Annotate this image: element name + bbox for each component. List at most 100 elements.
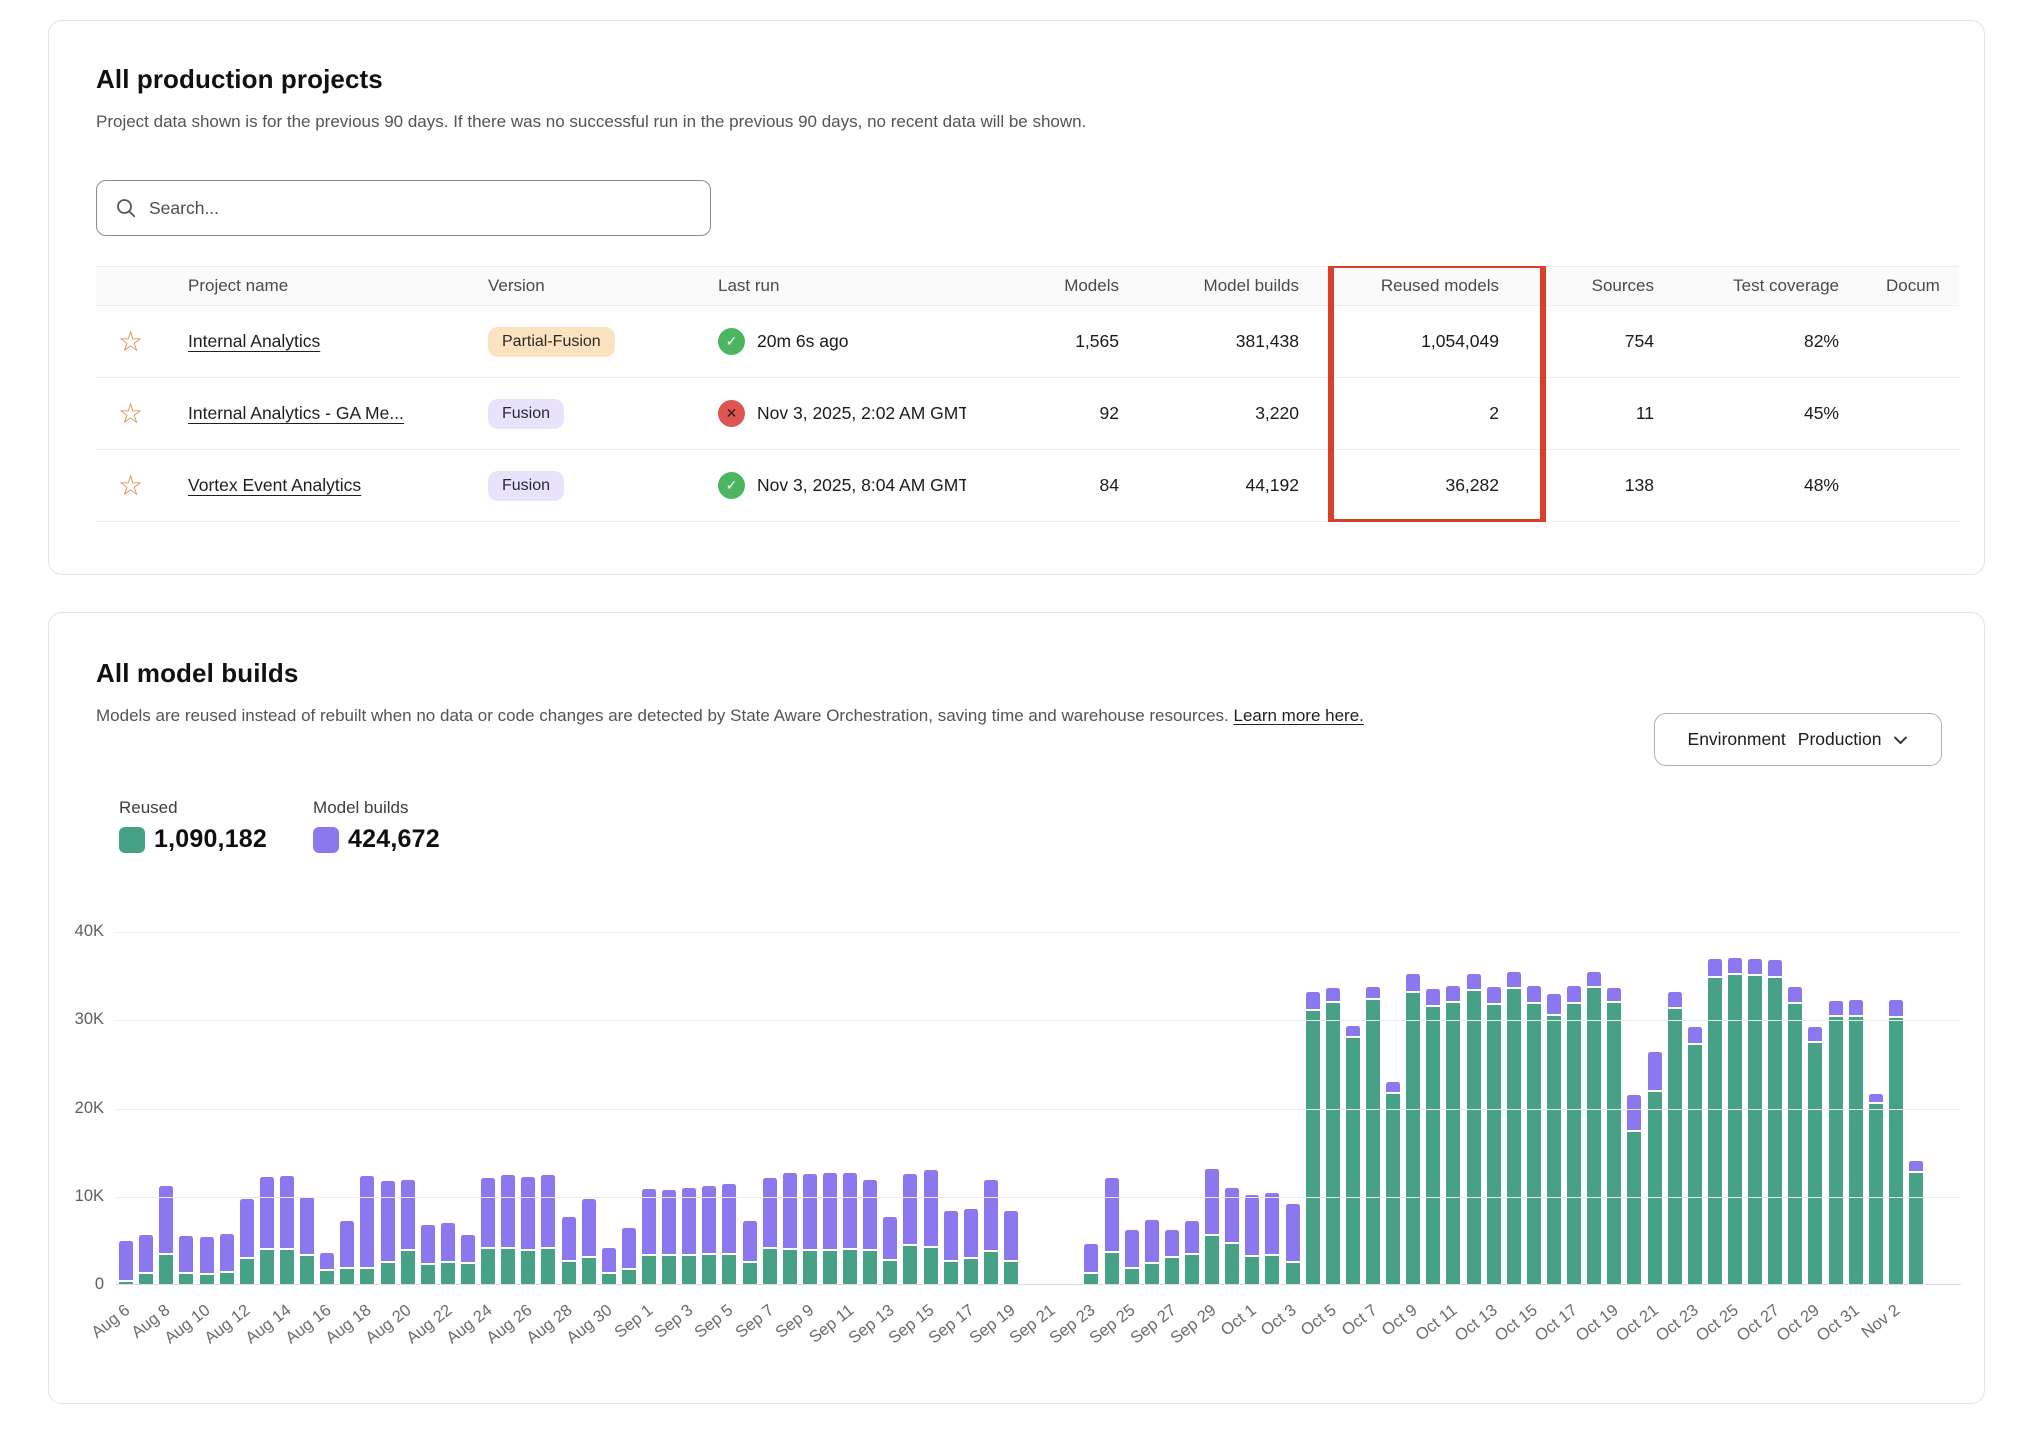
bar-oct-29 — [1808, 1027, 1822, 1285]
builds-chart: Aug 6Aug 8Aug 10Aug 12Aug 14Aug 16Aug 18… — [116, 932, 1961, 1285]
segment-reused — [159, 1255, 173, 1285]
bar-oct-17 — [1567, 986, 1581, 1285]
environment-dropdown[interactable]: Environment Production — [1654, 713, 1942, 766]
chevron-down-icon — [1893, 735, 1908, 745]
bar-sep-14 — [903, 1174, 917, 1285]
sources-value: 11 — [1501, 403, 1656, 424]
segment-reused — [1487, 1005, 1501, 1285]
bar-aug-22 — [441, 1223, 455, 1285]
legend-builds-value: 424,672 — [348, 825, 440, 854]
segment-model-builds — [1286, 1204, 1300, 1263]
projects-table-body: ☆Internal AnalyticsPartial-Fusion✓20m 6s… — [96, 306, 1959, 522]
segment-model-builds — [1446, 986, 1460, 1004]
column-header-model-builds: Model builds — [1121, 276, 1301, 296]
segment-model-builds — [401, 1180, 415, 1251]
bar-aug-17 — [340, 1221, 354, 1285]
bar-oct-1 — [1245, 1195, 1259, 1285]
segment-model-builds — [1849, 1000, 1863, 1017]
bar-aug-21 — [421, 1225, 435, 1285]
x-axis-label: Oct 17 — [1532, 1301, 1582, 1346]
segment-model-builds — [441, 1223, 455, 1263]
segment-model-builds — [360, 1176, 374, 1269]
segment-reused — [1768, 978, 1782, 1285]
environment-value: Production — [1798, 729, 1882, 750]
segment-reused — [1406, 993, 1420, 1285]
favorite-star-icon[interactable]: ☆ — [98, 328, 143, 356]
segment-reused — [360, 1269, 374, 1285]
last-run-time: Nov 3, 2025, 2:02 AM GMT — [757, 403, 966, 424]
segment-reused — [1326, 1003, 1340, 1285]
favorite-star-icon[interactable]: ☆ — [98, 472, 143, 500]
bar-sep-18 — [984, 1180, 998, 1285]
segment-model-builds — [139, 1235, 153, 1275]
segment-reused — [441, 1263, 455, 1285]
segment-model-builds — [1648, 1052, 1662, 1092]
sources-value: 754 — [1501, 331, 1656, 352]
column-header-docum: Docum — [1841, 276, 1959, 296]
bar-aug-26 — [521, 1177, 535, 1285]
bar-oct-5 — [1326, 988, 1340, 1285]
table-row: ☆Internal Analytics - GA Me...Fusion✕Nov… — [96, 378, 1959, 450]
x-axis-label: Oct 7 — [1338, 1301, 1381, 1340]
column-header-sources: Sources — [1501, 276, 1656, 296]
y-axis-label: 0 — [52, 1275, 104, 1294]
segment-model-builds — [1748, 959, 1762, 976]
segment-model-builds — [602, 1248, 616, 1274]
bar-sep-2 — [662, 1190, 676, 1285]
x-axis-label: Aug 24 — [443, 1301, 496, 1348]
bar-oct-13 — [1487, 987, 1501, 1285]
segment-reused — [1708, 978, 1722, 1285]
segment-model-builds — [1467, 974, 1481, 992]
models-value: 84 — [966, 475, 1121, 496]
segment-reused — [1909, 1173, 1923, 1285]
segment-reused — [582, 1258, 596, 1285]
test-coverage-value: 82% — [1656, 331, 1841, 352]
segment-model-builds — [562, 1217, 576, 1262]
segment-reused — [1125, 1269, 1139, 1285]
x-axis-label: Oct 31 — [1813, 1301, 1863, 1346]
legend-builds: Model builds 424,672 — [313, 798, 440, 854]
segment-reused — [883, 1261, 897, 1285]
bar-aug-7 — [139, 1235, 153, 1285]
project-search[interactable] — [96, 180, 711, 236]
segment-model-builds — [1527, 986, 1541, 1005]
learn-more-link[interactable]: Learn more here. — [1233, 706, 1363, 725]
x-axis-label: Sep 25 — [1087, 1301, 1140, 1348]
gridline-20K — [116, 1109, 1961, 1110]
segment-model-builds — [1386, 1082, 1400, 1094]
test-coverage-value: 48% — [1656, 475, 1841, 496]
segment-model-builds — [843, 1173, 857, 1250]
last-run-time: 20m 6s ago — [757, 331, 848, 352]
bar-aug-6 — [119, 1241, 133, 1285]
bar-sep-25 — [1125, 1230, 1139, 1285]
project-name-link[interactable]: Internal Analytics - GA Me... — [188, 403, 404, 423]
segment-model-builds — [1808, 1027, 1822, 1043]
bar-sep-5 — [722, 1184, 736, 1285]
segment-reused — [944, 1262, 958, 1285]
bar-aug-16 — [320, 1253, 334, 1285]
y-axis-label: 40K — [52, 922, 104, 941]
sources-value: 138 — [1501, 475, 1656, 496]
segment-model-builds — [1366, 987, 1380, 1000]
segment-reused — [1105, 1253, 1119, 1285]
segment-model-builds — [763, 1178, 777, 1249]
search-input[interactable] — [149, 198, 692, 219]
segment-model-builds — [944, 1211, 958, 1262]
x-axis-label: Oct 27 — [1733, 1301, 1783, 1346]
segment-reused — [1849, 1017, 1863, 1285]
project-name-link[interactable]: Internal Analytics — [188, 331, 320, 351]
bar-oct-18 — [1587, 972, 1601, 1285]
bar-aug-15 — [300, 1197, 314, 1285]
segment-model-builds — [964, 1209, 978, 1258]
bar-oct-19 — [1607, 988, 1621, 1285]
bar-sep-13 — [883, 1217, 897, 1285]
segment-model-builds — [260, 1177, 274, 1249]
bar-sep-17 — [964, 1209, 978, 1285]
test-coverage-value: 45% — [1656, 403, 1841, 424]
project-name-link[interactable]: Vortex Event Analytics — [188, 475, 361, 495]
favorite-star-icon[interactable]: ☆ — [98, 400, 143, 428]
bar-aug-27 — [541, 1175, 555, 1285]
y-axis-label: 10K — [52, 1187, 104, 1206]
bar-oct-24 — [1708, 959, 1722, 1285]
chart-legend: Reused 1,090,182 Model builds 424,672 — [119, 798, 1947, 854]
